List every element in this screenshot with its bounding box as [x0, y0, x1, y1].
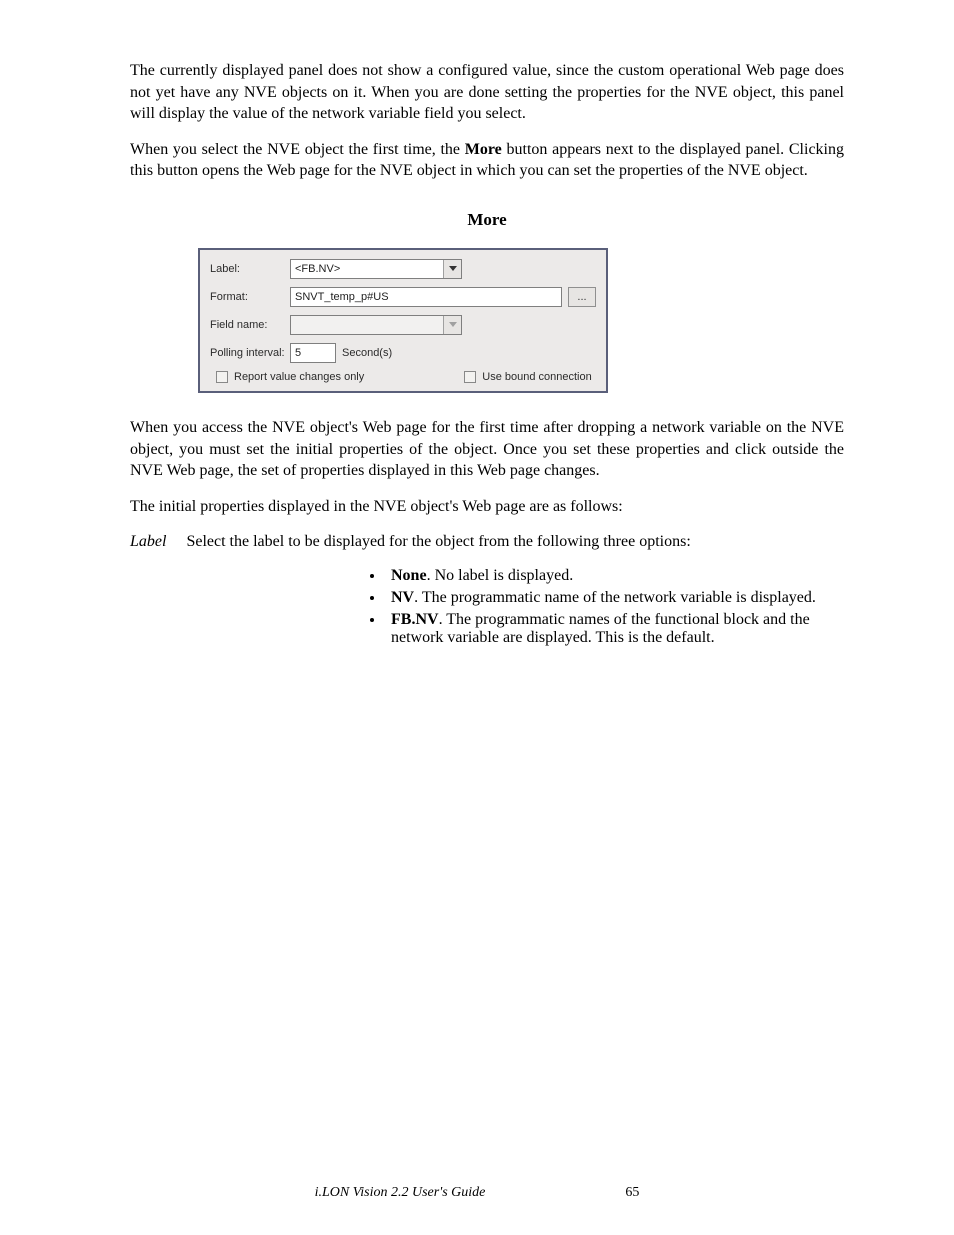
option-desc: . The programmatic name of the network v…: [414, 589, 816, 606]
chevron-down-icon[interactable]: [443, 260, 461, 278]
label-dropdown-value: <FB.NV>: [295, 263, 340, 275]
option-term: NV: [391, 589, 414, 606]
option-term: None: [391, 567, 427, 584]
paragraph-initial-props: The initial properties displayed in the …: [130, 496, 844, 518]
page-footer: i.LON Vision 2.2 User's Guide 65: [0, 1185, 954, 1201]
more-keyword: More: [465, 141, 502, 158]
footer-page-number: 65: [625, 1185, 639, 1201]
format-label: Format:: [210, 291, 290, 303]
list-item: FB.NV. The programmatic names of the fun…: [385, 611, 844, 647]
field-name-dropdown[interactable]: [290, 315, 462, 335]
footer-title: i.LON Vision 2.2 User's Guide: [315, 1185, 486, 1201]
paragraph-first-access: When you access the NVE object's Web pag…: [130, 417, 844, 482]
format-input[interactable]: SNVT_temp_p#US: [290, 287, 562, 307]
polling-interval-unit: Second(s): [342, 347, 392, 359]
option-desc: . The programmatic names of the function…: [391, 611, 810, 646]
bound-connection-checkbox[interactable]: [464, 371, 476, 383]
list-item: None. No label is displayed.: [385, 567, 844, 585]
nve-properties-panel: Label: <FB.NV> Format: SNVT_temp_p#US ..…: [198, 248, 608, 393]
format-value: SNVT_temp_p#US: [295, 291, 389, 303]
list-item: NV. The programmatic name of the network…: [385, 589, 844, 607]
report-changes-label: Report value changes only: [234, 371, 364, 383]
report-changes-checkbox[interactable]: [216, 371, 228, 383]
polling-interval-value: 5: [295, 347, 301, 359]
label-options-list: None. No label is displayed. NV. The pro…: [365, 567, 844, 647]
field-desc: Select the label to be displayed for the…: [186, 533, 690, 550]
browse-button[interactable]: ...: [568, 287, 596, 307]
paragraph-label-field: Label Select the label to be displayed f…: [130, 531, 844, 553]
polling-interval-label: Polling interval:: [210, 347, 290, 359]
label-label: Label:: [210, 263, 290, 275]
bound-connection-label: Use bound connection: [482, 371, 591, 383]
field-name-label: Field name:: [210, 319, 290, 331]
field-term: Label: [130, 533, 166, 550]
option-desc: . No label is displayed.: [427, 567, 574, 584]
label-dropdown[interactable]: <FB.NV>: [290, 259, 462, 279]
paragraph-displayed-panel: The currently displayed panel does not s…: [130, 60, 844, 125]
more-heading: More: [130, 210, 844, 230]
paragraph-more-button: When you select the NVE object the first…: [130, 139, 844, 182]
chevron-down-icon[interactable]: [443, 316, 461, 334]
option-term: FB.NV: [391, 611, 439, 628]
polling-interval-input[interactable]: 5: [290, 343, 336, 363]
text-fragment: When you select the NVE object the first…: [130, 141, 465, 158]
